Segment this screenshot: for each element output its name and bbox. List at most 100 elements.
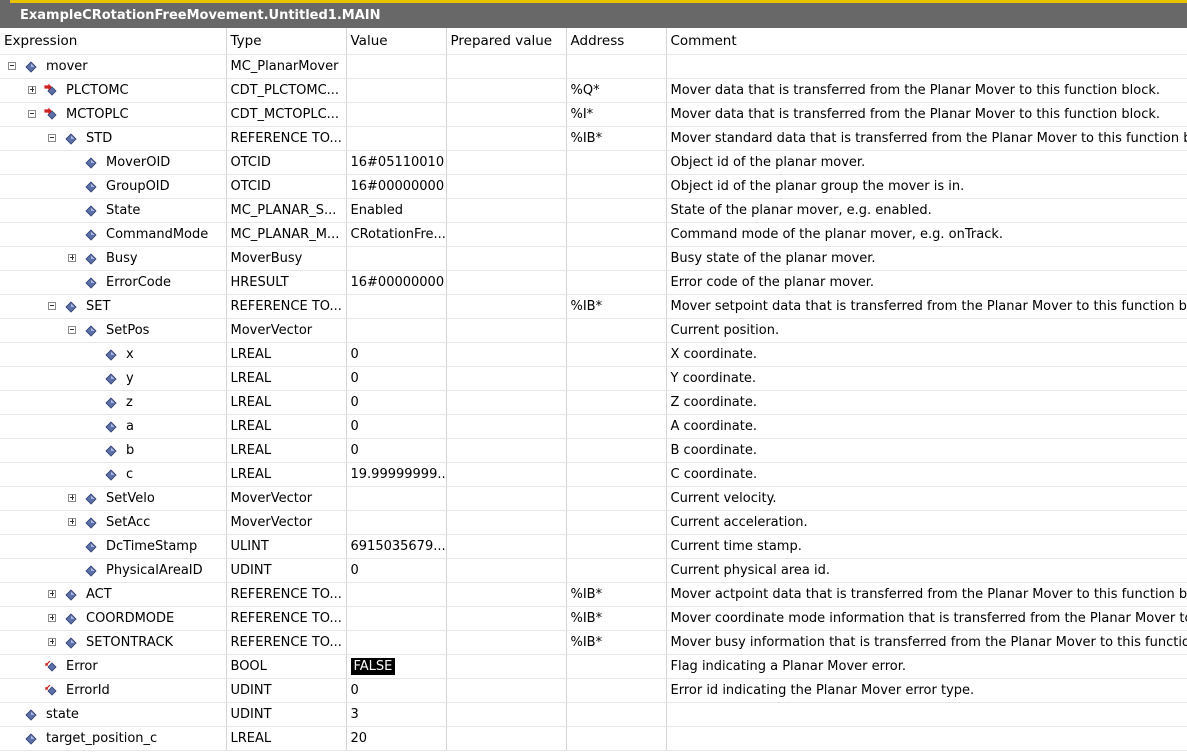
cell-expression[interactable]: STD: [0, 126, 227, 151]
table-row[interactable]: Error BOOL FALSE Flag indicating a Planar M…: [0, 654, 1187, 679]
cell-prepared-value[interactable]: [446, 534, 567, 559]
cell-prepared-value[interactable]: [446, 582, 567, 607]
cell-prepared-value[interactable]: [446, 342, 567, 367]
cell-expression[interactable]: SETONTRACK: [0, 630, 227, 655]
cell-expression[interactable]: ACT: [0, 582, 227, 607]
column-header-expression[interactable]: Expression: [0, 28, 227, 55]
cell-expression[interactable]: b: [0, 438, 227, 463]
cell-expression[interactable]: CommandMode: [0, 222, 227, 247]
table-row[interactable]: a LREAL 0 A coordinate.: [0, 414, 1187, 439]
table-row[interactable]: GroupOID OTCID 16#00000000 Object id of the…: [0, 174, 1187, 199]
cell-prepared-value[interactable]: [446, 510, 567, 535]
cell-expression[interactable]: z: [0, 390, 227, 415]
cell-expression[interactable]: SET: [0, 294, 227, 319]
cell-prepared-value[interactable]: [446, 462, 567, 487]
table-row[interactable]: DcTimeStamp ULINT 6915035679... Current tim…: [0, 534, 1187, 559]
cell-expression[interactable]: x: [0, 342, 227, 367]
cell-prepared-value[interactable]: [446, 270, 567, 295]
cell-prepared-value[interactable]: [446, 174, 567, 199]
cell-prepared-value[interactable]: [446, 78, 567, 103]
cell-expression[interactable]: Busy: [0, 246, 227, 271]
cell-expression[interactable]: GroupOID: [0, 174, 227, 199]
collapse-toggle-icon[interactable]: [8, 61, 16, 70]
cell-expression[interactable]: SetAcc: [0, 510, 227, 535]
cell-expression[interactable]: ErrorCode: [0, 270, 227, 295]
cell-prepared-value[interactable]: [446, 702, 567, 727]
column-header-value[interactable]: Value: [346, 28, 447, 55]
expand-toggle-icon[interactable]: [48, 589, 56, 598]
column-header-prepared-value[interactable]: Prepared value: [446, 28, 567, 55]
table-row[interactable]: SetPos MoverVector Current position.: [0, 318, 1187, 343]
column-header-type[interactable]: Type: [226, 28, 347, 55]
table-row[interactable]: c LREAL 19.99999999... C coordinate.: [0, 462, 1187, 487]
table-row[interactable]: CommandMode MC_PLANAR_M... CRotationFre...…: [0, 222, 1187, 247]
table-row[interactable]: state UDINT 3: [0, 702, 1187, 727]
cell-expression[interactable]: y: [0, 366, 227, 391]
expand-toggle-icon[interactable]: [68, 253, 76, 262]
cell-expression[interactable]: state: [0, 702, 227, 727]
cell-prepared-value[interactable]: [446, 438, 567, 463]
collapse-toggle-icon[interactable]: [28, 109, 36, 118]
cell-prepared-value[interactable]: [446, 126, 567, 151]
table-row[interactable]: STD REFERENCE TO... %IB* Mover standard dat…: [0, 126, 1187, 151]
expand-toggle-icon[interactable]: [48, 613, 56, 622]
cell-expression[interactable]: MoverOID: [0, 150, 227, 175]
cell-prepared-value[interactable]: [446, 558, 567, 583]
cell-expression[interactable]: PLCTOMC: [0, 78, 227, 103]
cell-prepared-value[interactable]: [446, 222, 567, 247]
table-row[interactable]: z LREAL 0 Z coordinate.: [0, 390, 1187, 415]
cell-expression[interactable]: MCTOPLC: [0, 102, 227, 127]
table-row[interactable]: MCTOPLC CDT_MCTOPLC... %I* Mover data that …: [0, 102, 1187, 127]
table-row[interactable]: State MC_PLANAR_S... Enabled State of the p…: [0, 198, 1187, 223]
cell-expression[interactable]: mover: [0, 54, 227, 79]
cell-expression[interactable]: State: [0, 198, 227, 223]
cell-prepared-value[interactable]: [446, 246, 567, 271]
cell-expression[interactable]: DcTimeStamp: [0, 534, 227, 559]
table-row[interactable]: COORDMODE REFERENCE TO... %IB* Mover coordi…: [0, 606, 1187, 631]
cell-expression[interactable]: a: [0, 414, 227, 439]
cell-prepared-value[interactable]: [446, 366, 567, 391]
table-row[interactable]: mover MC_PlanarMover: [0, 54, 1187, 79]
cell-expression[interactable]: SetVelo: [0, 486, 227, 511]
collapse-toggle-icon[interactable]: [68, 325, 76, 334]
table-row[interactable]: SetVelo MoverVector Current velocity.: [0, 486, 1187, 511]
cell-prepared-value[interactable]: [446, 726, 567, 751]
cell-prepared-value[interactable]: [446, 678, 567, 703]
table-row[interactable]: ErrorId UDINT 0 Error id indicating the Pla…: [0, 678, 1187, 703]
cell-prepared-value[interactable]: [446, 414, 567, 439]
cell-prepared-value[interactable]: [446, 150, 567, 175]
table-row[interactable]: PLCTOMC CDT_PLCTOMC... %Q* Mover data that …: [0, 78, 1187, 103]
table-row[interactable]: SET REFERENCE TO... %IB* Mover setpoint dat…: [0, 294, 1187, 319]
cell-expression[interactable]: PhysicalAreaID: [0, 558, 227, 583]
expand-toggle-icon[interactable]: [68, 493, 76, 502]
table-row[interactable]: SETONTRACK REFERENCE TO... %IB* Mover busy …: [0, 630, 1187, 655]
collapse-toggle-icon[interactable]: [48, 133, 56, 142]
table-row[interactable]: ACT REFERENCE TO... %IB* Mover actpoint dat…: [0, 582, 1187, 607]
cell-prepared-value[interactable]: [446, 486, 567, 511]
cell-expression[interactable]: target_position_c: [0, 726, 227, 751]
table-row[interactable]: ErrorCode HRESULT 16#00000000 Error code of…: [0, 270, 1187, 295]
cell-expression[interactable]: SetPos: [0, 318, 227, 343]
table-row[interactable]: Busy MoverBusy Busy state of the planar mo…: [0, 246, 1187, 271]
cell-prepared-value[interactable]: [446, 54, 567, 79]
cell-expression[interactable]: Error: [0, 654, 227, 679]
expand-toggle-icon[interactable]: [28, 85, 36, 94]
cell-prepared-value[interactable]: [446, 198, 567, 223]
cell-expression[interactable]: ErrorId: [0, 678, 227, 703]
cell-expression[interactable]: COORDMODE: [0, 606, 227, 631]
column-header-comment[interactable]: Comment: [666, 28, 1187, 55]
table-row[interactable]: x LREAL 0 X coordinate.: [0, 342, 1187, 367]
cell-prepared-value[interactable]: [446, 294, 567, 319]
table-row[interactable]: PhysicalAreaID UDINT 0 Current physical are…: [0, 558, 1187, 583]
cell-prepared-value[interactable]: [446, 630, 567, 655]
table-row[interactable]: MoverOID OTCID 16#05110010 Object id of the…: [0, 150, 1187, 175]
cell-prepared-value[interactable]: [446, 102, 567, 127]
table-row[interactable]: y LREAL 0 Y coordinate.: [0, 366, 1187, 391]
cell-prepared-value[interactable]: [446, 606, 567, 631]
cell-prepared-value[interactable]: [446, 318, 567, 343]
table-row[interactable]: SetAcc MoverVector Current acceleration.: [0, 510, 1187, 535]
collapse-toggle-icon[interactable]: [48, 301, 56, 310]
expand-toggle-icon[interactable]: [68, 517, 76, 526]
cell-prepared-value[interactable]: [446, 390, 567, 415]
table-row[interactable]: b LREAL 0 B coordinate.: [0, 438, 1187, 463]
